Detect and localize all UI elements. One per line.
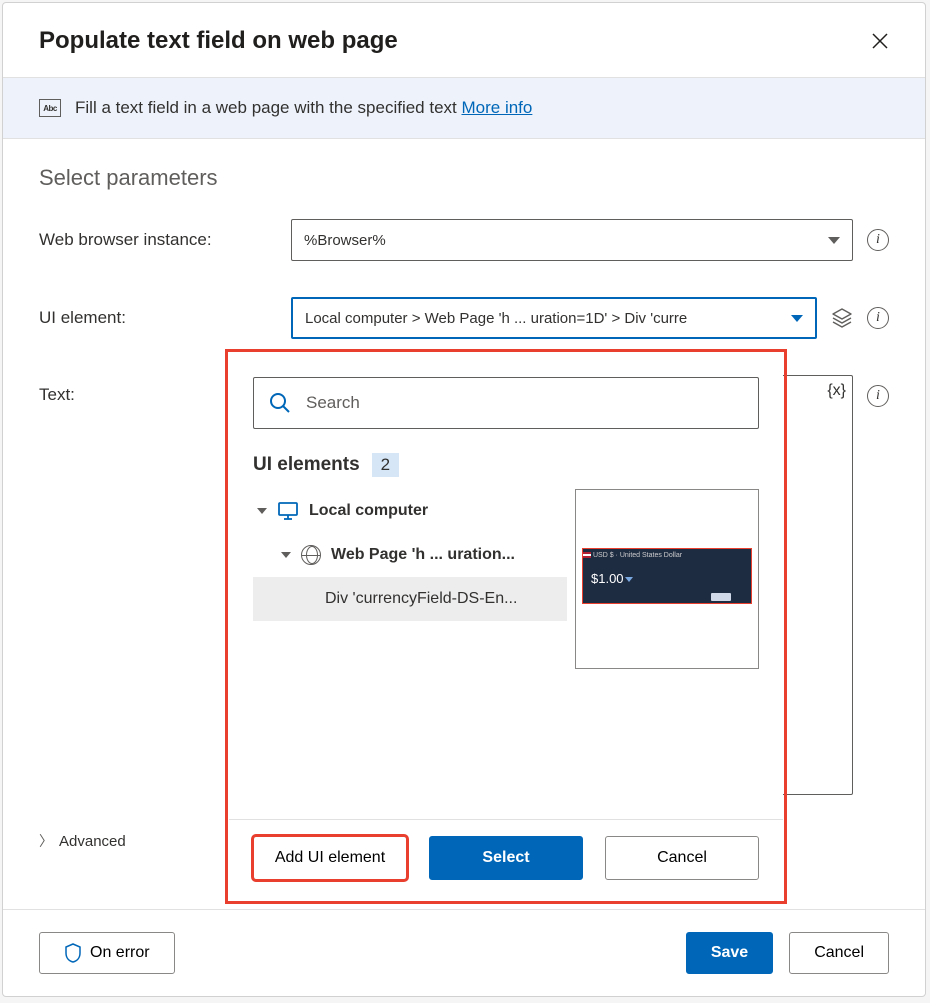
count-badge: 2 (372, 453, 399, 477)
dialog-footer: On error Save Cancel (3, 909, 925, 996)
add-ui-element-button[interactable]: Add UI element (253, 836, 407, 880)
section-title: Select parameters (39, 165, 889, 191)
close-button[interactable] (871, 32, 889, 50)
panel-title-row: UI elements 2 (253, 453, 759, 477)
param-ui-element-row: UI element: Local computer > Web Page 'h… (39, 297, 889, 339)
cancel-button[interactable]: Cancel (789, 932, 889, 974)
info-description: Fill a text field in a web page with the… (75, 98, 461, 117)
browser-value: %Browser% (304, 232, 820, 249)
advanced-label: Advanced (59, 833, 126, 850)
abc-icon: Abc (39, 99, 61, 117)
ui-element-value: Local computer > Web Page 'h ... uration… (305, 310, 783, 327)
info-text: Fill a text field in a web page with the… (75, 98, 532, 118)
preview-tag (711, 593, 731, 601)
tree-page-label: Web Page 'h ... uration... (331, 546, 515, 564)
search-icon (268, 391, 292, 415)
preview-label: USD $ · United States Dollar (593, 552, 682, 559)
fx-badge[interactable]: {x} (827, 382, 846, 400)
computer-icon (277, 501, 299, 521)
preview-screenshot: USD $ · United States Dollar $1.00 (582, 548, 752, 604)
dialog-title: Populate text field on web page (39, 27, 398, 55)
close-icon (872, 33, 888, 49)
chevron-down-icon (828, 237, 840, 244)
info-bar: Abc Fill a text field in a web page with… (3, 77, 925, 139)
param-browser-label: Web browser instance: (39, 230, 277, 250)
info-icon[interactable]: i (867, 385, 889, 407)
ui-elements-tree: Local computer Web Page 'h ... uration..… (253, 489, 759, 669)
info-icon[interactable]: i (867, 229, 889, 251)
shield-icon (64, 943, 82, 963)
select-button[interactable]: Select (429, 836, 583, 880)
flag-icon (583, 552, 591, 558)
caret-icon (625, 577, 633, 582)
tree-node-root[interactable]: Local computer (253, 489, 567, 533)
tree-leaf-label: Div 'currencyField-DS-En... (325, 590, 517, 608)
save-button[interactable]: Save (686, 932, 773, 974)
ui-element-picker-popup: Search UI elements 2 Local computer Web … (229, 353, 783, 900)
globe-icon (301, 545, 321, 565)
tree-node-page[interactable]: Web Page 'h ... uration... (253, 533, 567, 577)
chevron-down-icon (281, 552, 291, 558)
dialog-populate-text-field: Populate text field on web page Abc Fill… (2, 2, 926, 997)
element-preview: USD $ · United States Dollar $1.00 (575, 489, 759, 669)
param-browser-row: Web browser instance: %Browser% i (39, 219, 889, 261)
param-ui-element-label: UI element: (39, 308, 277, 328)
more-info-link[interactable]: More info (461, 98, 532, 117)
panel-title: UI elements (253, 454, 360, 476)
chevron-down-icon (791, 315, 803, 322)
preview-amount: $1.00 (591, 571, 624, 586)
ui-element-dropdown[interactable]: Local computer > Web Page 'h ... uration… (291, 297, 817, 339)
chevron-right-icon: 〉 (39, 831, 53, 851)
popup-cancel-button[interactable]: Cancel (605, 836, 759, 880)
on-error-button[interactable]: On error (39, 932, 175, 974)
tree-root-label: Local computer (309, 502, 428, 520)
search-placeholder: Search (306, 393, 360, 413)
popup-footer: Add UI element Select Cancel (229, 819, 783, 900)
info-icon[interactable]: i (867, 307, 889, 329)
footer-right: Save Cancel (686, 932, 889, 974)
chevron-down-icon (257, 508, 267, 514)
search-input[interactable]: Search (253, 377, 759, 429)
on-error-label: On error (90, 944, 150, 962)
layers-icon[interactable] (831, 307, 853, 329)
dialog-header: Populate text field on web page (3, 3, 925, 77)
tree-node-leaf[interactable]: Div 'currencyField-DS-En... (253, 577, 567, 621)
browser-instance-dropdown[interactable]: %Browser% (291, 219, 853, 261)
